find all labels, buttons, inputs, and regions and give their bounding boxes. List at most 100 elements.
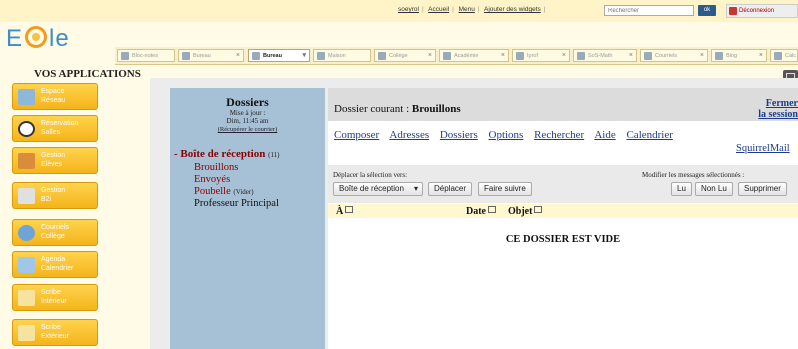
message-list-header: À Date Objet (328, 204, 798, 218)
top-links: soeyrol | Accueil | Menu | Ajouter des widg… (398, 6, 546, 13)
mail-menu: Composer Adresses Dossiers Options Reche… (334, 129, 694, 141)
forward-button[interactable]: Faire suivre (478, 182, 532, 196)
tab-bureau-active[interactable]: Bureau ▾ (248, 49, 310, 62)
sort-icon (345, 206, 354, 213)
inbox-folder[interactable]: - Boîte de réception (11) (174, 148, 280, 160)
folders-panel: Dossiers Mise à jour : Dim, 11:45 am (Réc… (170, 88, 325, 349)
tab-notes[interactable]: Bloc-notes (117, 49, 175, 62)
disconnect-label: Déconnexion (739, 8, 775, 14)
app-gestion-b2i[interactable]: Gestion B2i (12, 182, 98, 209)
close-icon: × (235, 52, 240, 59)
tab-bureau-1[interactable]: Bureau × (178, 49, 244, 62)
folder-envoyes[interactable]: Envoyés (194, 174, 230, 185)
reservation-icon (18, 121, 35, 137)
notes-icon (121, 52, 129, 60)
app-scribe-exterieur[interactable]: Scribe Extérieur (12, 319, 98, 346)
home-link[interactable]: Accueil (428, 6, 449, 13)
close-icon: × (758, 52, 763, 59)
mail-header: Dossier courant : Brouillons Fermer la s… (328, 88, 798, 121)
empty-folder-message: CE DOSSIER EST VIDE (505, 234, 621, 245)
menu-rechercher[interactable]: Rechercher (534, 129, 584, 141)
chevron-down-icon: ▾ (413, 184, 418, 193)
menu-dossiers[interactable]: Dossiers (440, 129, 478, 141)
mail-icon (18, 225, 35, 241)
menu-aide[interactable]: Aide (594, 129, 615, 141)
mail-icon (644, 52, 652, 60)
empty-trash-link[interactable]: (Vider) (233, 188, 253, 196)
search-input[interactable] (604, 5, 694, 16)
app-gestion-eleves[interactable]: Gestion Elèves (12, 147, 98, 174)
sort-icon (534, 206, 543, 213)
close-icon: × (628, 52, 633, 59)
tab-maison[interactable]: Maison (313, 49, 371, 62)
chevron-down-icon: ▾ (302, 52, 306, 59)
logout-link[interactable]: Fermer la session (758, 98, 798, 120)
tab-calc[interactable]: Calc (770, 49, 798, 62)
add-widgets-link[interactable]: Ajouter des widgets (484, 6, 541, 13)
action-bar: Déplacer la sélection vers: Modifier les… (328, 165, 798, 203)
apps-title: VOS APPLICATIONS (34, 68, 141, 80)
inbox-count: (11) (268, 151, 280, 159)
folder-poubelle[interactable]: Poubelle (Vider) (194, 186, 254, 197)
eole-logo: Ele (6, 25, 70, 52)
menu-calendrier[interactable]: Calendrier (626, 129, 672, 141)
menu-adresses[interactable]: Adresses (389, 129, 429, 141)
folder-brouillons[interactable]: Brouillons (194, 162, 238, 173)
modify-label: Modifier les messages sélectionnés : (642, 171, 745, 179)
tab-college[interactable]: Collège × (374, 49, 436, 62)
user-link[interactable]: soeyrol (398, 6, 419, 13)
move-folder-select[interactable]: Boîte de réception ▾ (333, 182, 423, 196)
network-folder-icon (18, 89, 35, 105)
academy-icon (443, 52, 451, 60)
move-button[interactable]: Déplacer (428, 182, 473, 196)
pen-icon (577, 52, 585, 60)
calendar-icon (18, 257, 35, 273)
disconnect-button[interactable]: Déconnexion (726, 4, 798, 18)
app-scribe-interieur[interactable]: Scribe Intérieur (12, 284, 98, 311)
mark-unread-button[interactable]: Non Lu (695, 182, 733, 196)
squirrelmail-link[interactable]: SquirrelMail (736, 143, 790, 154)
sun-logo-icon (25, 26, 48, 48)
menu-link[interactable]: Menu (459, 6, 475, 13)
sort-icon (488, 206, 496, 213)
tab-sos-math[interactable]: SoS-Math × (573, 49, 637, 62)
blog-icon (715, 52, 723, 60)
tab-courriels[interactable]: Courriels × (640, 49, 708, 62)
scribe-icon (18, 290, 35, 306)
app-courriels-college[interactable]: Courriels Collège (12, 219, 98, 246)
tab-blog[interactable]: Blog × (711, 49, 767, 62)
col-to[interactable]: À (336, 206, 354, 217)
menu-options[interactable]: Options (489, 129, 524, 141)
tab-academie[interactable]: Académie × (439, 49, 509, 62)
move-label: Déplacer la sélection vers: (333, 171, 408, 179)
tab-strip: Bloc-notes Bureau × Bureau ▾ Maison Collèg… (115, 47, 798, 65)
power-icon (729, 7, 737, 15)
close-icon: × (500, 52, 505, 59)
desktop-icon (252, 52, 260, 60)
menu-composer[interactable]: Composer (334, 129, 379, 141)
col-date[interactable]: Date (466, 206, 496, 217)
app-reservation-salles[interactable]: Réservation Salles (12, 115, 98, 142)
mark-read-button[interactable]: Lu (671, 182, 692, 196)
calc-icon (774, 52, 782, 60)
close-icon: × (699, 52, 704, 59)
folder-prof-principal[interactable]: Professeur Principal (194, 198, 279, 209)
tab-iprof[interactable]: Iprof × (512, 49, 570, 62)
home-icon (317, 52, 325, 60)
scribe-icon (18, 325, 35, 341)
delete-button[interactable]: Supprimer (738, 182, 787, 196)
current-folder: Dossier courant : Brouillons (334, 103, 461, 115)
pen-icon (516, 52, 524, 60)
students-icon (18, 153, 35, 169)
retrieve-mail-link[interactable]: (Récupérer le courrier) (170, 126, 325, 133)
search-ok-button[interactable]: ok (698, 5, 716, 16)
app-agenda-calendrier[interactable]: Agenda Calendrier (12, 251, 98, 278)
mail-panel: Dossier courant : Brouillons Fermer la s… (328, 88, 798, 349)
close-icon: × (427, 52, 432, 59)
app-espace-reseau[interactable]: Espace Réseau (12, 83, 98, 110)
folders-title: Dossiers (226, 95, 269, 109)
close-icon: × (561, 52, 566, 59)
col-subject[interactable]: Objet (508, 206, 543, 217)
school-icon (378, 52, 386, 60)
desktop-icon (182, 52, 190, 60)
